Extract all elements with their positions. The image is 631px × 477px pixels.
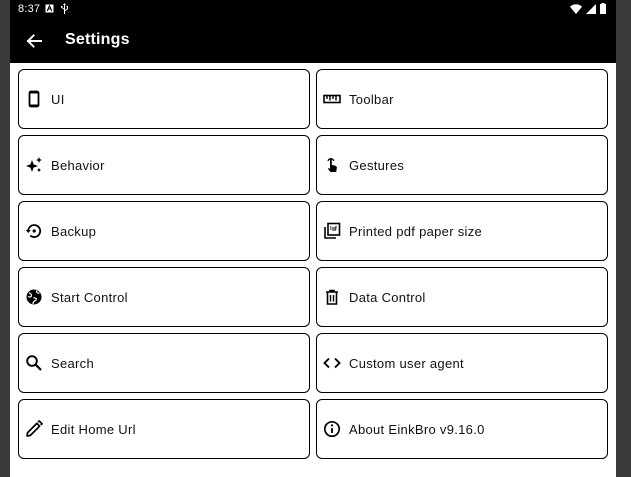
setting-backup[interactable]: Backup — [18, 201, 310, 261]
setting-label: Behavior — [51, 157, 105, 173]
back-arrow-icon — [26, 33, 42, 49]
setting-gestures[interactable]: Gestures — [316, 135, 608, 195]
status-time: 8:37 — [18, 3, 41, 15]
setting-behavior[interactable]: Behavior — [18, 135, 310, 195]
signal-icon — [586, 3, 596, 14]
app-notification-icon — [45, 4, 54, 13]
page-title: Settings — [65, 31, 130, 48]
settings-grid: UI Toolbar Behavior Gestures Backup Prin… — [18, 69, 608, 459]
search-icon — [25, 354, 43, 372]
pdf-icon — [323, 222, 341, 240]
globe-icon — [25, 288, 43, 306]
trash-icon — [323, 288, 341, 306]
setting-about[interactable]: About EinkBro v9.16.0 — [316, 399, 608, 459]
back-button[interactable] — [22, 29, 46, 53]
setting-label: Printed pdf paper size — [349, 223, 483, 239]
setting-label: Data Control — [349, 289, 426, 305]
status-system-icons — [570, 3, 606, 14]
info-icon — [323, 420, 341, 438]
status-bar: 8:37 — [10, 0, 616, 19]
usb-debug-icon — [60, 3, 69, 14]
app-bar: Settings — [10, 19, 616, 63]
setting-label: Custom user agent — [349, 355, 464, 371]
setting-label: Gestures — [349, 157, 405, 173]
setting-label: Backup — [51, 223, 97, 239]
restore-icon — [25, 222, 43, 240]
setting-ui[interactable]: UI — [18, 69, 310, 129]
setting-label: UI — [51, 91, 65, 107]
touch-icon — [323, 156, 341, 174]
setting-toolbar[interactable]: Toolbar — [316, 69, 608, 129]
status-notification-icons — [45, 3, 69, 14]
setting-label: Search — [51, 355, 94, 371]
setting-label: Toolbar — [349, 91, 394, 107]
setting-label: Start Control — [51, 289, 128, 305]
wifi-icon — [570, 3, 582, 14]
pencil-icon — [25, 420, 43, 438]
setting-custom-user-agent[interactable]: Custom user agent — [316, 333, 608, 393]
sparkle-icon — [25, 156, 43, 174]
setting-label: About EinkBro v9.16.0 — [349, 421, 485, 437]
setting-edit-home-url[interactable]: Edit Home Url — [18, 399, 310, 459]
setting-start-control[interactable]: Start Control — [18, 267, 310, 327]
setting-data-control[interactable]: Data Control — [316, 267, 608, 327]
setting-label: Edit Home Url — [51, 421, 136, 437]
code-icon — [323, 354, 341, 372]
phone-icon — [25, 90, 43, 108]
setting-search[interactable]: Search — [18, 333, 310, 393]
ruler-icon — [323, 90, 341, 108]
battery-icon — [600, 3, 606, 14]
setting-printed-pdf-paper-size[interactable]: Printed pdf paper size — [316, 201, 608, 261]
device-screen: 8:37 Settings UI Toolbar Behavior Gestur… — [10, 0, 616, 477]
